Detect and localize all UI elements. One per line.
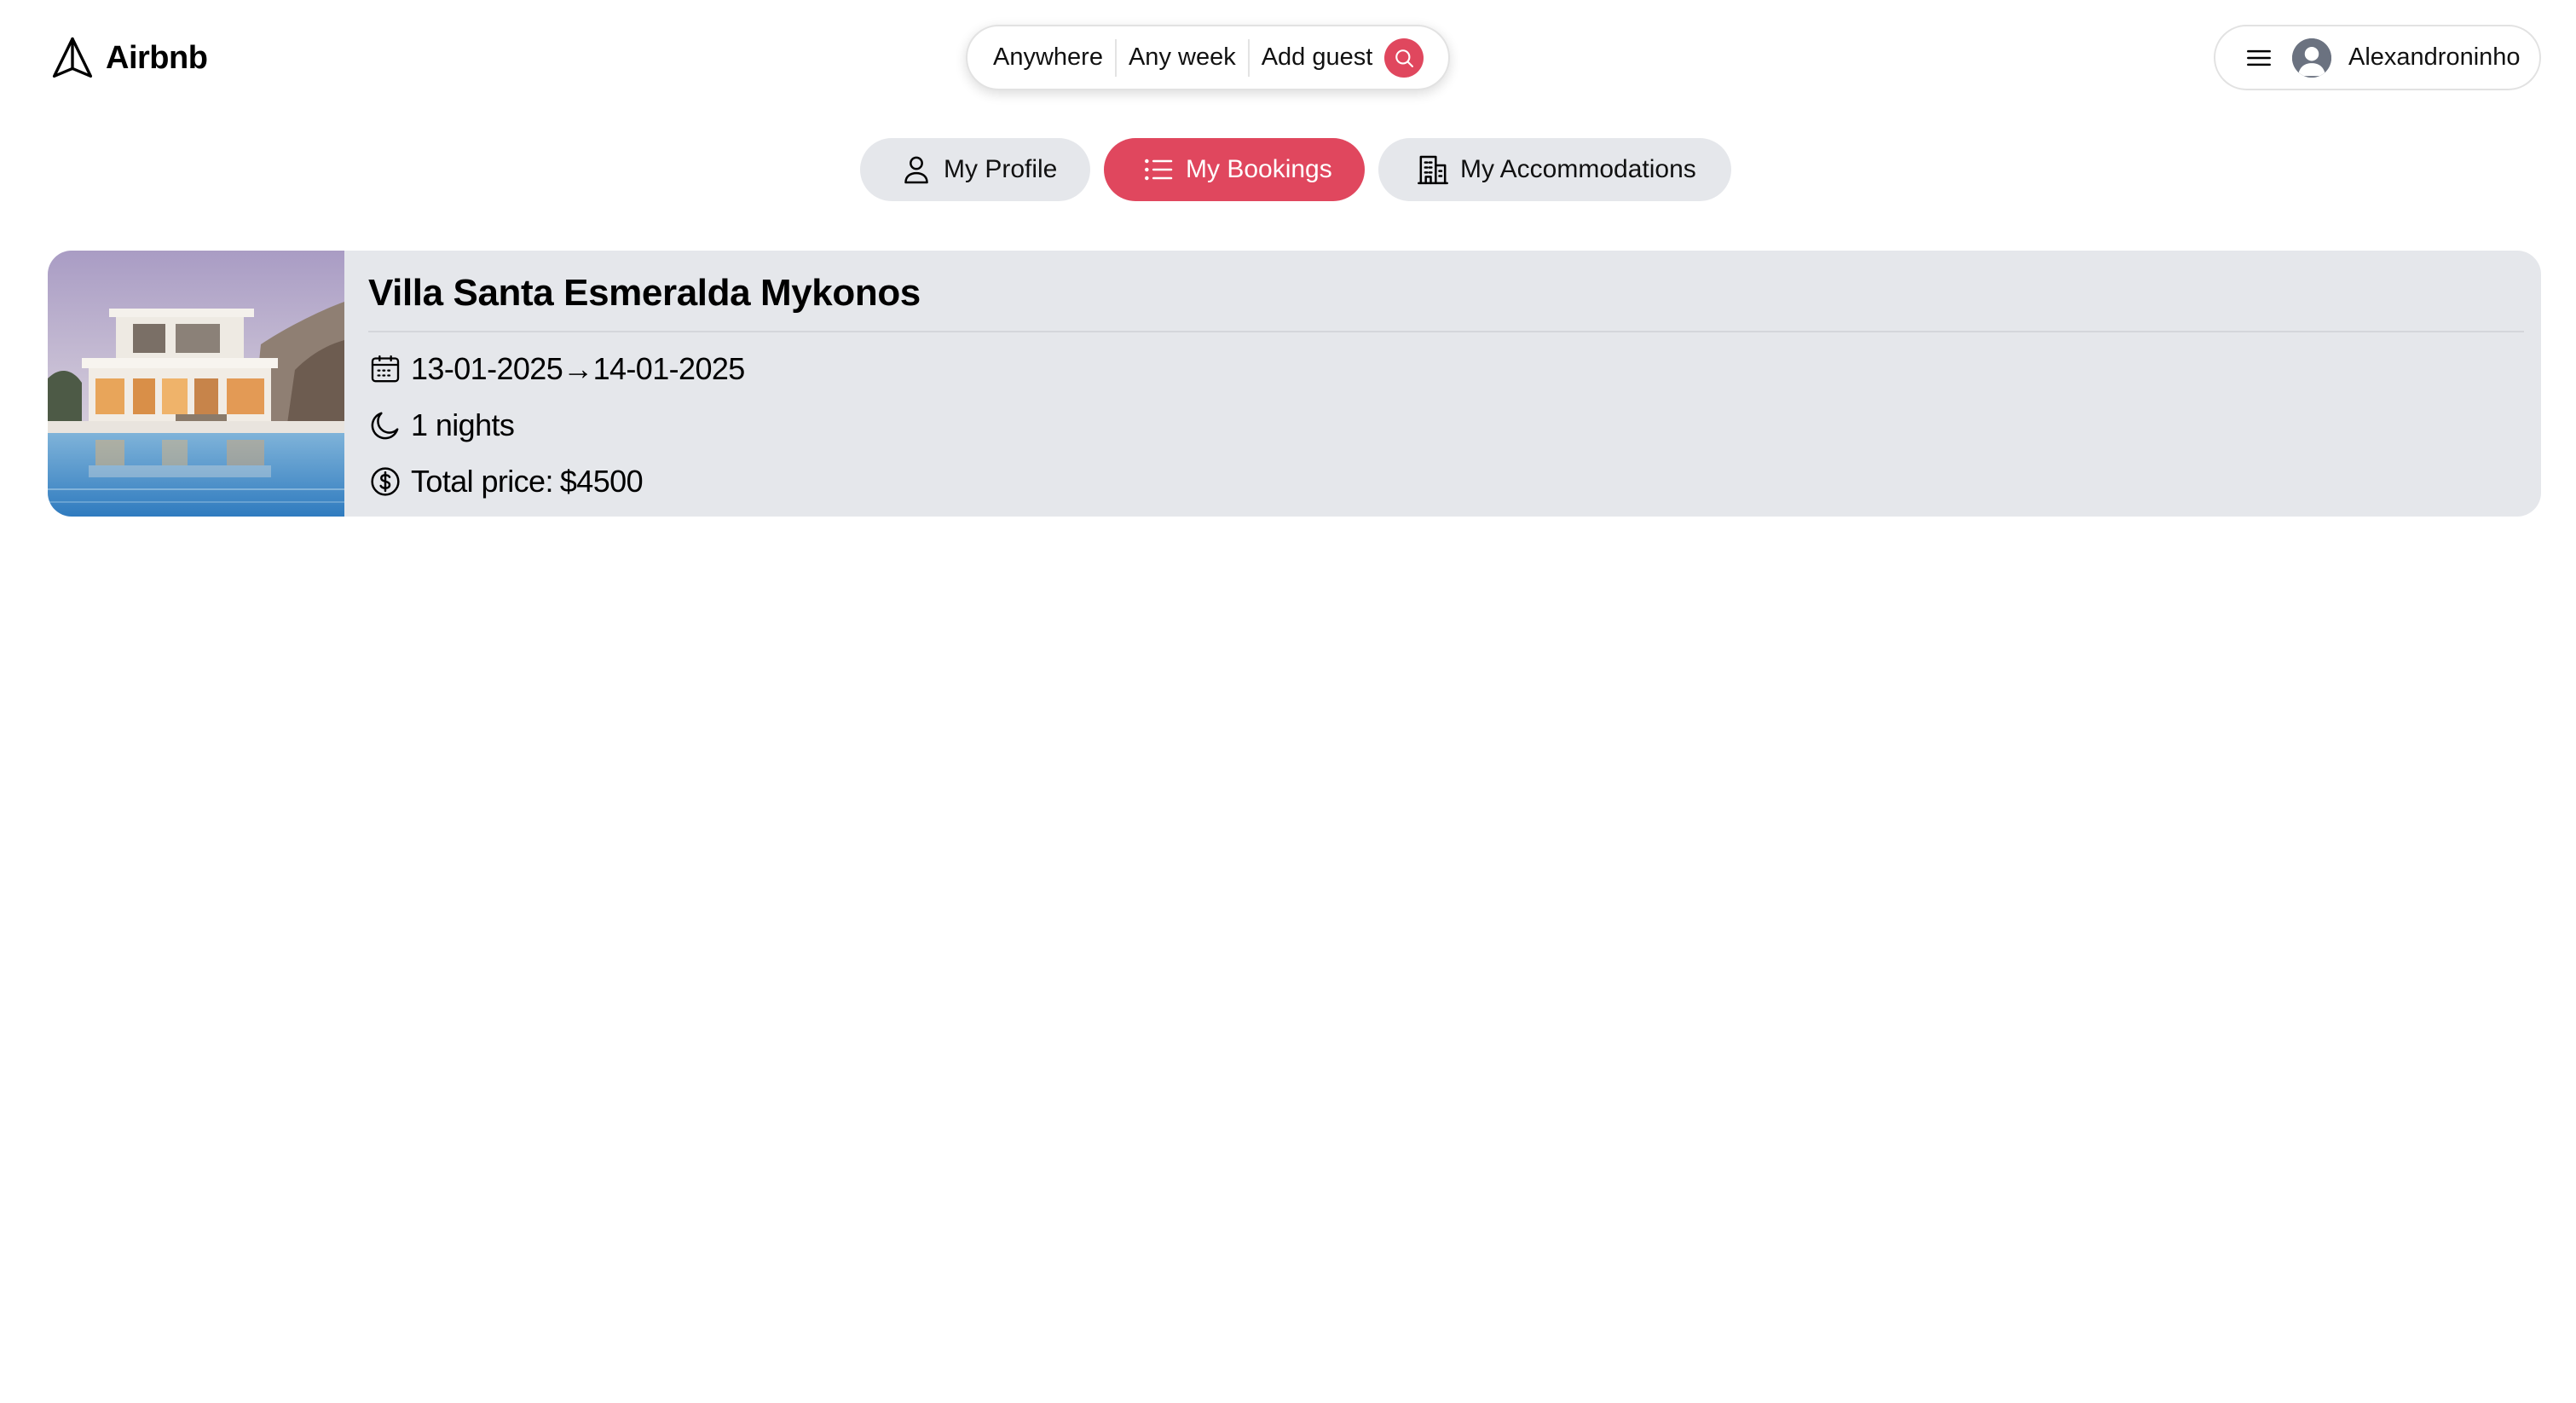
calendar-icon bbox=[371, 355, 400, 383]
logo[interactable]: Airbnb bbox=[49, 34, 208, 82]
check-in-date: 13-01-2025 bbox=[411, 351, 563, 386]
search-divider bbox=[1114, 38, 1117, 77]
tab-my-accommodations[interactable]: My Accommodations bbox=[1378, 138, 1731, 201]
account-tabs: My Profile My Bookings My Accommodations bbox=[860, 138, 1731, 201]
booking-nights: 1 nights bbox=[368, 397, 2524, 453]
search-location[interactable]: Anywhere bbox=[993, 43, 1103, 72]
search-icon bbox=[1395, 49, 1414, 67]
search-week[interactable]: Any week bbox=[1129, 43, 1236, 72]
building-icon bbox=[1418, 155, 1448, 185]
booking-card[interactable]: Villa Santa Esmeralda Mykonos 13-01-2025… bbox=[48, 251, 2541, 517]
booking-info: Villa Santa Esmeralda Mykonos 13-01-2025… bbox=[344, 251, 2541, 517]
search-bar[interactable]: Anywhere Any week Add guest bbox=[966, 25, 1450, 90]
nights-count: 1 nights bbox=[411, 407, 515, 442]
paper-plane-icon bbox=[52, 37, 93, 78]
booking-dates: 13-01-2025 → 14-01-2025 bbox=[368, 341, 2524, 397]
search-guests[interactable]: Add guest bbox=[1262, 43, 1373, 72]
date-arrow: → bbox=[563, 351, 593, 386]
villa-photo bbox=[48, 251, 344, 517]
user-name: Alexandroninho bbox=[2348, 43, 2521, 71]
user-icon bbox=[904, 156, 928, 184]
total-price-value: $4500 bbox=[559, 464, 644, 499]
tab-label: My Accommodations bbox=[1460, 155, 1696, 183]
search-divider bbox=[1247, 38, 1250, 77]
moon-icon bbox=[371, 412, 399, 440]
list-icon bbox=[1145, 159, 1173, 181]
search-button[interactable] bbox=[1384, 38, 1424, 78]
user-menu-button[interactable]: Alexandroninho bbox=[2214, 25, 2541, 90]
hamburger-icon bbox=[2243, 42, 2275, 74]
logo-text: Airbnb bbox=[106, 39, 208, 76]
check-out-date: 14-01-2025 bbox=[592, 351, 746, 386]
header: Airbnb Anywhere Any week Add guest Alexa… bbox=[0, 0, 2576, 114]
booking-price: Total price: $4500 bbox=[368, 453, 2524, 510]
avatar bbox=[2292, 38, 2331, 78]
booking-photo bbox=[48, 251, 344, 517]
tab-label: My Profile bbox=[944, 155, 1058, 183]
total-price-label: Total price: bbox=[411, 464, 553, 499]
tab-label: My Bookings bbox=[1186, 155, 1332, 183]
tab-my-profile[interactable]: My Profile bbox=[860, 138, 1090, 201]
dollar-circle-icon bbox=[371, 467, 400, 496]
booking-title: Villa Santa Esmeralda Mykonos bbox=[368, 274, 2524, 332]
tab-my-bookings[interactable]: My Bookings bbox=[1104, 138, 1365, 201]
user-avatar-icon bbox=[2292, 38, 2331, 78]
